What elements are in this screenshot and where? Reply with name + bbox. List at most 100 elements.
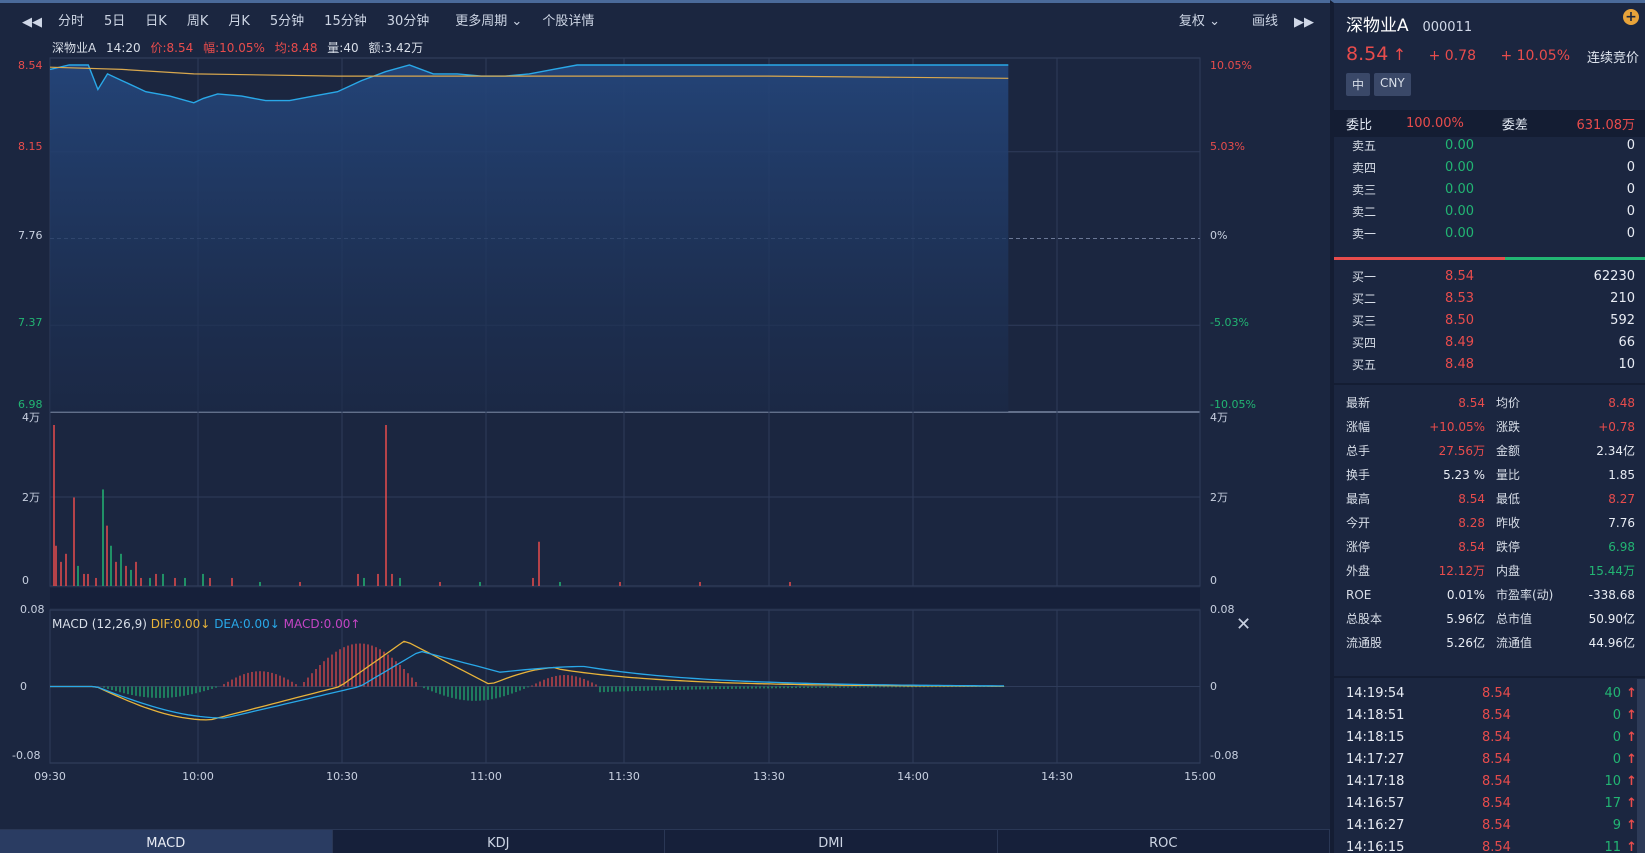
buy-level-row[interactable]: 买三 8.50 592 <box>1334 310 1645 332</box>
sell-level-row[interactable]: 卖一 0.00 0 <box>1334 223 1645 245</box>
level-price: 8.49 <box>1445 335 1474 350</box>
tab-5min[interactable]: 5分钟 <box>260 8 314 36</box>
level-volume: 210 <box>1610 291 1635 306</box>
trade-time: 14:17:18 <box>1346 774 1405 789</box>
level-volume: 0 <box>1626 226 1635 241</box>
stat-value: 6.98 <box>1608 540 1635 554</box>
level-volume: 66 <box>1618 335 1635 350</box>
stat-value: 8.27 <box>1608 492 1635 506</box>
stat-value: 8.54 <box>1458 396 1485 410</box>
macd-legend: MACD (12,26,9) DIF:0.00↓ DEA:0.00↓ MACD:… <box>52 617 360 631</box>
stats-row: 今开 8.28 昨收 7.76 <box>1334 511 1645 535</box>
buy-level-row[interactable]: 买一 8.54 62230 <box>1334 266 1645 288</box>
separator <box>1334 676 1645 678</box>
tab-kdj[interactable]: KDJ <box>333 830 665 853</box>
dea-line <box>50 650 1004 719</box>
chart-area[interactable]: 8.54 8.15 7.76 7.37 6.98 10.05% 5.03% 0% -5.03% -… <box>0 0 1330 853</box>
stat-value: 2.34亿 <box>1596 444 1635 458</box>
volume-axis-label: 0 <box>1210 574 1217 587</box>
stat-key: 金额 <box>1496 444 1521 458</box>
weibi-value: 100.00% <box>1406 116 1464 131</box>
trade-price: 8.54 <box>1482 796 1511 811</box>
sell-level-row[interactable]: 卖五 0.00 0 <box>1334 135 1645 157</box>
stat-value: 0.01% <box>1446 588 1485 602</box>
trade-row: 14:18:51 8.54 0 ↑ <box>1334 705 1645 727</box>
volume-axis-label: 4万 <box>1210 411 1228 424</box>
tab-fenshi[interactable]: 分时 <box>48 8 94 36</box>
chart-canvas[interactable]: 8.54 8.15 7.76 7.37 6.98 10.05% 5.03% 0% -5.03% -… <box>0 3 1330 829</box>
toolbar-right: 复权 ⌄ 画线 ▶▶ <box>1169 6 1320 38</box>
level-label: 卖五 <box>1352 139 1377 153</box>
trade-time: 14:16:57 <box>1346 796 1405 811</box>
trade-volume: 0 <box>1612 730 1621 745</box>
pct-axis-label: 0% <box>1210 229 1227 242</box>
stat-key: 均价 <box>1496 396 1521 410</box>
buy-level-row[interactable]: 买五 8.48 10 <box>1334 354 1645 376</box>
stat-value: 7.76 <box>1608 516 1635 530</box>
tab-dmi[interactable]: DMI <box>665 830 998 853</box>
trade-row: 14:17:27 8.54 0 ↑ <box>1334 749 1645 771</box>
stat-value: 27.56万 <box>1438 444 1485 458</box>
fuquan-dropdown[interactable]: 复权 ⌄ <box>1169 8 1230 36</box>
sell-level-row[interactable]: 卖二 0.00 0 <box>1334 201 1645 223</box>
level-label: 卖一 <box>1352 227 1377 241</box>
trade-ticks[interactable]: 14:19:54 8.54 40 ↑ 14:18:51 8.54 0 ↑ 14:18:15 8.5… <box>1334 683 1645 853</box>
macd-dea: DEA:0.00↓ <box>214 617 280 631</box>
tab-macd[interactable]: MACD <box>0 830 333 853</box>
add-watchlist-icon[interactable]: + <box>1623 9 1639 25</box>
macd-header-bg <box>50 588 1200 608</box>
level-label: 买五 <box>1352 358 1377 372</box>
trade-price: 8.54 <box>1482 840 1511 853</box>
stats-row: 换手 5.23 % 量比 1.85 <box>1334 463 1645 487</box>
scrollbar[interactable] <box>1637 679 1645 853</box>
tab-15min[interactable]: 15分钟 <box>314 8 377 36</box>
time-axis-label: 13:30 <box>753 770 785 783</box>
order-ratio-bar: 委比 100.00% 委差 631.08万 <box>1334 110 1645 137</box>
next-arrow-icon[interactable]: ▶▶ <box>1288 15 1320 30</box>
buy-level-row[interactable]: 买二 8.53 210 <box>1334 288 1645 310</box>
tab-roc[interactable]: ROC <box>998 830 1330 853</box>
price-axis-label: 7.76 <box>18 229 43 242</box>
trade-time: 14:16:15 <box>1346 840 1405 853</box>
level-price: 0.00 <box>1445 138 1474 153</box>
sell-level-row[interactable]: 卖四 0.00 0 <box>1334 157 1645 179</box>
stat-key: 总市值 <box>1496 612 1533 626</box>
tab-weekly-k[interactable]: 周K <box>177 8 219 36</box>
stat-value: 8.48 <box>1608 396 1635 410</box>
stock-detail-link[interactable]: 个股详情 <box>532 8 604 36</box>
currency-badge: CNY <box>1374 73 1411 96</box>
sell-level-row[interactable]: 卖三 0.00 0 <box>1334 179 1645 201</box>
trade-row: 14:16:57 8.54 17 ↑ <box>1334 793 1645 815</box>
macd-axis-label: -0.08 <box>1210 749 1238 762</box>
tab-monthly-k[interactable]: 月K <box>218 8 260 36</box>
level-price: 0.00 <box>1445 226 1474 241</box>
more-periods-dropdown[interactable]: 更多周期 ⌄ <box>445 8 532 36</box>
trade-volume: 0 <box>1612 752 1621 767</box>
stat-key: 最新 <box>1346 396 1371 410</box>
time-axis-label: 11:30 <box>608 770 640 783</box>
tab-30min[interactable]: 30分钟 <box>377 8 440 36</box>
tab-daily-k[interactable]: 日K <box>135 8 177 36</box>
draw-line-button[interactable]: 画线 <box>1242 8 1288 36</box>
trade-price: 8.54 <box>1482 774 1511 789</box>
pct-axis-label: -5.03% <box>1210 316 1249 329</box>
stat-value: 8.28 <box>1458 516 1485 530</box>
trade-volume: 10 <box>1604 774 1621 789</box>
buy-level-row[interactable]: 买四 8.49 66 <box>1334 332 1645 354</box>
stat-value: -338.68 <box>1588 588 1635 602</box>
cursor-info-line: 深物业A 14:20 价:8.54 幅:10.05% 均:8.48 量:40 额… <box>52 39 429 56</box>
info-price: 价:8.54 <box>150 41 194 55</box>
trade-time: 14:17:27 <box>1346 752 1405 767</box>
time-axis-label: 15:00 <box>1184 770 1216 783</box>
close-icon[interactable]: ✕ <box>1236 616 1251 634</box>
level-label: 买二 <box>1352 292 1377 306</box>
tab-5day[interactable]: 5日 <box>94 8 135 36</box>
price-axis-label: 7.37 <box>18 316 43 329</box>
time-axis-label: 10:00 <box>182 770 214 783</box>
level-label: 买一 <box>1352 270 1377 284</box>
stock-name: 深物业A <box>1346 16 1409 36</box>
level-volume: 0 <box>1626 204 1635 219</box>
price-axis-label: 8.15 <box>18 140 43 153</box>
prev-arrow-icon[interactable]: ◀◀ <box>16 15 48 30</box>
info-time: 14:20 <box>106 41 141 55</box>
